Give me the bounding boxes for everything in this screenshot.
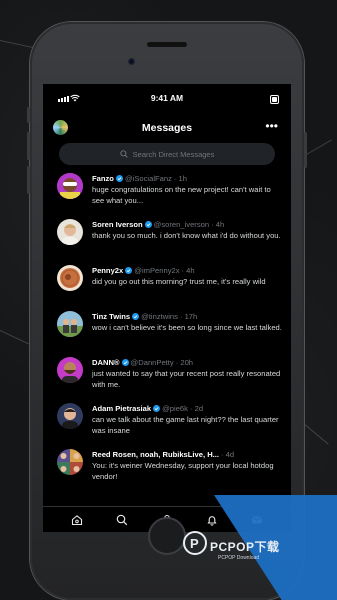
message-time: · 2d [189,404,204,413]
watermark-subtext: PCPOP Download [218,555,260,561]
conversation-item[interactable]: DANN® @DannPetty · 20h just wanted to sa… [43,356,291,402]
verified-badge-icon [144,221,152,228]
page-title: Messages [141,122,193,134]
home-icon[interactable] [71,514,83,526]
verified-badge-icon [153,405,161,412]
message-time: · 1h [173,174,187,183]
sender-name: Adam Pietrasiak [92,404,152,413]
svg-text:P: P [190,536,199,551]
conversation-item[interactable]: Adam Pietrasiak @pie6k · 2d can we talk … [43,402,291,448]
volume-button [27,166,30,194]
sender-name: Reed Rosen, noah, RubiksLive, H... [92,450,220,459]
message-preview: did you go out this morning? trust me, i… [92,277,266,286]
avatar [57,357,83,383]
message-time: · 20h [175,358,194,367]
sender-name: Tinz Twins [92,312,131,321]
front-camera [128,58,135,65]
volume-button [27,107,30,123]
group-avatar [57,449,83,475]
conversation-item[interactable]: Reed Rosen, noah, RubiksLive, H... · 4d … [43,448,291,494]
verified-badge-icon [125,267,133,274]
conversation-header: Soren Iverson @soren_iverson · 4h [92,220,281,229]
conversation-item[interactable]: Tinz Twins @tinztwins · 17h wow i can't … [43,310,291,356]
sender-handle: @iSocialFanz [124,174,172,183]
avatar [57,265,83,291]
avatar [57,173,83,199]
message-preview: can we talk about the game last night?? … [92,415,279,435]
message-preview: just wanted to say that your recent post… [92,369,281,389]
watermark-text: PCPOP下载 [210,540,280,554]
message-preview: wow i can't believe it's been so long si… [92,323,282,332]
message-preview: thank you so much. i don't know what i'd… [92,231,281,240]
conversation-header: Reed Rosen, noah, RubiksLive, H... · 4d [92,450,281,459]
conversation-item[interactable]: Penny2x @imPenny2x · 4h did you go out t… [43,264,291,310]
avatar [57,403,83,429]
verified-badge-icon [115,175,123,182]
screen: 9:41 AM Messages ••• Search Direct Messa… [43,84,291,532]
search-icon[interactable] [116,514,128,526]
conversation-item[interactable]: Soren Iverson @soren_iverson · 4h thank … [43,218,291,264]
power-button [304,132,307,168]
conversation-header: Adam Pietrasiak @pie6k · 2d [92,404,281,413]
more-options-icon[interactable]: ••• [265,119,278,133]
verified-badge-icon [132,313,140,320]
battery-icon [270,95,279,104]
status-bar: 9:41 AM [43,84,291,110]
message-time: · 4h [181,266,195,275]
message-time: · 4h [211,220,225,229]
sender-handle: @imPenny2x [134,266,180,275]
message-time: · 4d [221,450,235,459]
avatar [57,311,83,337]
sender-handle: @pie6k [162,404,188,413]
sender-handle: @tinztwins [141,312,178,321]
notifications-icon[interactable] [206,514,218,526]
conversation-list: Fanzo @iSocialFanz · 1h huge congratulat… [43,172,291,494]
search-icon [119,150,128,158]
sender-handle: @soren_iverson [153,220,210,229]
sender-name: Fanzo [92,174,114,183]
watermark-logo-icon: P [183,531,207,555]
status-time: 9:41 AM [150,93,184,103]
conversation-header: Fanzo @iSocialFanz · 1h [92,174,281,183]
volume-button [27,132,30,160]
sender-name: Soren Iverson [92,220,143,229]
search-input[interactable]: Search Direct Messages [59,143,275,165]
home-button[interactable] [148,517,186,555]
conversation-header: DANN® @DannPetty · 20h [92,358,281,367]
sender-name: Penny2x [92,266,124,275]
conversation-item[interactable]: Fanzo @iSocialFanz · 1h huge congratulat… [43,172,291,218]
sender-name: DANN® [92,358,120,367]
sender-handle: @DannPetty [130,358,174,367]
message-preview: huge congratulations on the new project!… [92,185,271,205]
message-time: · 17h [179,312,198,321]
conversation-header: Tinz Twins @tinztwins · 17h [92,312,281,321]
avatar [57,219,83,245]
earpiece-speaker [147,42,187,47]
search-placeholder: Search Direct Messages [132,149,215,159]
verified-badge-icon [121,359,129,366]
message-preview: You: it's weiner Wednesday, support your… [92,461,274,481]
header: Messages ••• [43,118,291,140]
conversation-header: Penny2x @imPenny2x · 4h [92,266,281,275]
